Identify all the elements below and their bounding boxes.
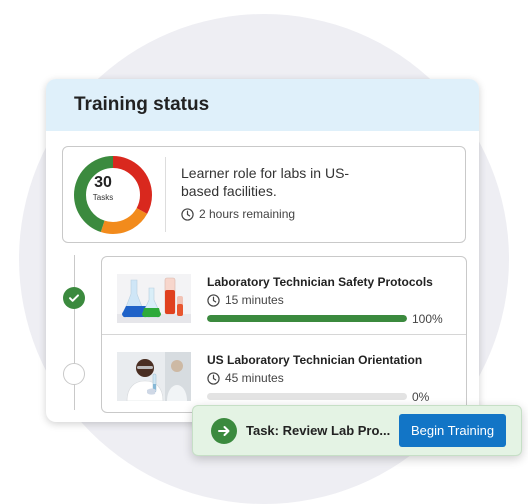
summary-divider — [165, 157, 166, 232]
arrow-right-circle-icon — [211, 418, 237, 444]
task-duration-text: 15 minutes — [225, 293, 284, 307]
task-progress-bar — [207, 315, 407, 322]
task-progress-percent: 0% — [412, 390, 430, 404]
task-count-label: Tasks — [92, 193, 114, 202]
pending-step-indicator — [63, 363, 85, 385]
task-progress-bar — [207, 393, 407, 400]
task-item[interactable]: Laboratory Technician Safety Protocols 1… — [102, 257, 466, 334]
task-progress-fill — [207, 315, 407, 322]
checkmark-icon — [69, 294, 79, 302]
clock-icon — [181, 207, 194, 221]
begin-training-button[interactable]: Begin Training — [399, 414, 506, 447]
task-progress-percent: 100% — [412, 312, 443, 326]
task-title: US Laboratory Technician Orientation — [207, 353, 423, 367]
completed-step-indicator — [63, 287, 85, 309]
task-item[interactable]: US Laboratory Technician Orientation 45 … — [102, 335, 466, 412]
task-duration-text: 45 minutes — [225, 371, 284, 385]
time-remaining: 2 hours remaining — [181, 207, 295, 221]
card-title: Training status — [74, 94, 210, 115]
lab-flasks-image — [117, 274, 191, 323]
lab-technician-image — [117, 352, 191, 401]
task-duration: 15 minutes — [207, 293, 284, 307]
task-list: Laboratory Technician Safety Protocols 1… — [101, 256, 467, 413]
next-task-toast: Task: Review Lab Pro... Begin Training — [192, 405, 522, 456]
task-duration: 45 minutes — [207, 371, 284, 385]
training-summary: 30 Tasks Learner role for labs in US-bas… — [62, 146, 466, 243]
next-task-text: Task: Review Lab Pro... — [246, 423, 391, 438]
task-title: Laboratory Technician Safety Protocols — [207, 275, 433, 289]
clock-icon — [207, 371, 220, 385]
timeline-line — [74, 255, 75, 410]
card-header: Training status — [46, 79, 479, 131]
clock-icon — [207, 293, 220, 307]
task-count: 30 — [94, 174, 112, 191]
role-description: Learner role for labs in US-based facili… — [181, 165, 350, 199]
time-remaining-text: 2 hours remaining — [199, 207, 296, 221]
training-status-card: Training status 30 Tasks Learner role fo… — [46, 79, 479, 422]
